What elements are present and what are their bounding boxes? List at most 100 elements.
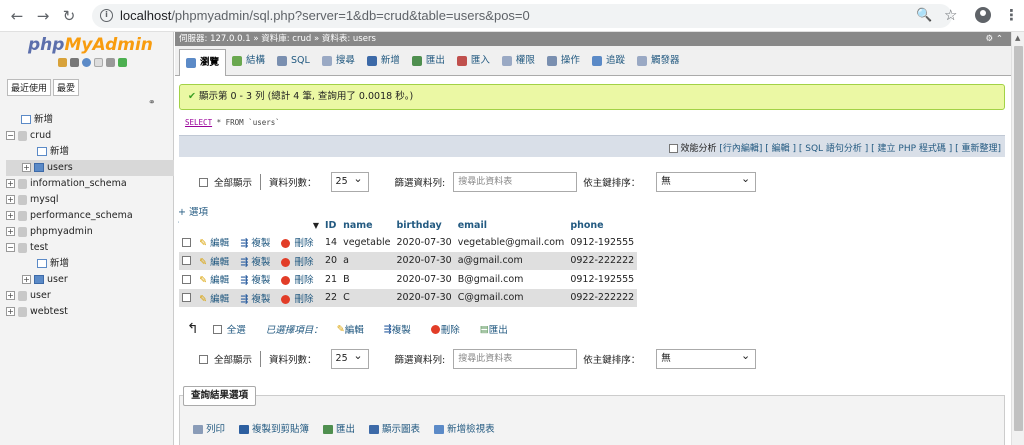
- tree-item-phpmyadmin[interactable]: + phpmyadmin: [6, 224, 174, 240]
- row-delete-link[interactable]: 刪除: [295, 294, 314, 305]
- tab-7[interactable]: 權限: [496, 46, 541, 75]
- export-link[interactable]: 匯出: [323, 421, 355, 435]
- tree-item-user[interactable]: + user: [6, 288, 174, 304]
- sql-keyword[interactable]: SELECT: [185, 118, 212, 127]
- check-all-checkbox[interactable]: [212, 324, 222, 334]
- row-delete-link[interactable]: 刪除: [295, 238, 314, 249]
- expand-icon[interactable]: −: [6, 131, 15, 140]
- sort-arrow-icon[interactable]: ▼: [313, 221, 319, 230]
- expand-icon[interactable]: +: [6, 195, 15, 204]
- menu-icon[interactable]: ⋮: [1004, 6, 1019, 24]
- breadcrumb-text[interactable]: 伺服器: 127.0.0.1 » 資料庫: crud » 資料表: users: [179, 34, 376, 44]
- row-edit-link[interactable]: 編輯: [210, 257, 229, 268]
- table-cell[interactable]: 2020-07-30: [393, 251, 455, 270]
- table-cell[interactable]: 0922-222222: [567, 251, 638, 270]
- reload-icon[interactable]: ↻: [60, 7, 78, 25]
- table-cell[interactable]: 21: [322, 270, 341, 289]
- scrollbar[interactable]: ▲: [1011, 32, 1024, 445]
- rows-select[interactable]: 25: [330, 170, 369, 192]
- row-edit-cell[interactable]: ✎ 編輯: [196, 270, 238, 289]
- reload-nav-icon[interactable]: [118, 58, 127, 67]
- gear-icon[interactable]: ⚙ ⌃: [986, 32, 1003, 46]
- table-cell[interactable]: vegetable: [340, 233, 394, 252]
- tree-item-label[interactable]: mysql: [30, 194, 59, 205]
- tree-item-[interactable]: 新增: [6, 256, 174, 272]
- tab-8[interactable]: 操作: [541, 46, 586, 75]
- table-cell[interactable]: 22: [322, 288, 341, 307]
- info-icon[interactable]: i: [100, 9, 113, 22]
- query-links[interactable]: [行內編輯] [ 編輯 ] [ SQL 語句分析 ] [ 建立 PHP 程式碼 …: [719, 144, 1001, 154]
- table-cell[interactable]: 0912-192555: [567, 270, 638, 289]
- copy-clipboard-link[interactable]: 複製到剪貼簿: [239, 421, 309, 435]
- settings-icon[interactable]: [106, 58, 115, 67]
- tree-item-information_schema[interactable]: + information_schema: [6, 176, 174, 192]
- tab-0[interactable]: 瀏覽: [179, 49, 227, 76]
- expand-icon[interactable]: +: [22, 275, 31, 284]
- scrollbar-thumb[interactable]: [1014, 46, 1023, 431]
- row-edit-link[interactable]: 編輯: [210, 238, 229, 249]
- address-bar[interactable]: i localhost/phpmyadmin/sql.php?server=1&…: [92, 4, 952, 28]
- link-icon[interactable]: ⚭: [148, 98, 156, 108]
- row-edit-cell[interactable]: ✎ 編輯: [196, 288, 238, 307]
- table-cell[interactable]: 14: [322, 233, 341, 252]
- row-checkbox[interactable]: [182, 274, 191, 284]
- row-edit-link[interactable]: 編輯: [210, 294, 229, 305]
- tree-item-user[interactable]: + user: [6, 272, 174, 288]
- table-cell[interactable]: vegetable@gmail.com: [454, 233, 568, 252]
- back-icon[interactable]: ←: [8, 7, 26, 25]
- row-copy-cell[interactable]: ⇶ 複製: [237, 270, 279, 289]
- tab-3[interactable]: 搜尋: [316, 46, 361, 75]
- tree-item-users[interactable]: + users: [6, 160, 174, 176]
- table-cell[interactable]: C@gmail.com: [454, 288, 568, 307]
- phpmyadmin-logo[interactable]: phpMyAdmin: [28, 35, 153, 55]
- filter-input[interactable]: 搜尋此資料表: [453, 172, 578, 192]
- row-copy-link[interactable]: 複製: [251, 275, 270, 286]
- expand-icon[interactable]: +: [6, 307, 15, 316]
- create-view-link[interactable]: 新增檢視表: [434, 421, 495, 435]
- table-cell[interactable]: 2020-07-30: [393, 270, 455, 289]
- table-cell[interactable]: a@gmail.com: [454, 251, 568, 270]
- table-cell[interactable]: 0912-192555: [567, 233, 638, 252]
- tree-item-label[interactable]: information_schema: [30, 178, 127, 189]
- tree-item-label[interactable]: crud: [30, 130, 51, 141]
- row-delete-cell[interactable]: 刪除: [278, 288, 322, 307]
- column-header[interactable]: name: [340, 218, 394, 233]
- expand-icon[interactable]: +: [6, 179, 15, 188]
- tab-5[interactable]: 匯出: [406, 46, 451, 75]
- rows-select-bottom[interactable]: 25: [330, 347, 369, 369]
- tree-item-label[interactable]: phpmyadmin: [30, 226, 93, 237]
- row-delete-cell[interactable]: 刪除: [278, 270, 322, 289]
- row-copy-link[interactable]: 複製: [251, 238, 270, 249]
- table-cell[interactable]: a: [340, 251, 394, 270]
- expand-icon[interactable]: +: [6, 227, 15, 236]
- sort-select[interactable]: 無: [656, 170, 757, 192]
- table-cell[interactable]: B@gmail.com: [454, 270, 568, 289]
- tab-1[interactable]: 結構: [226, 46, 271, 75]
- row-delete-cell[interactable]: 刪除: [278, 233, 322, 252]
- tree-item-label[interactable]: performance_schema: [30, 210, 133, 221]
- row-copy-cell[interactable]: ⇶ 複製: [237, 288, 279, 307]
- row-copy-cell[interactable]: ⇶ 複製: [237, 233, 279, 252]
- tab-6[interactable]: 匯入: [451, 46, 496, 75]
- bulk-edit-button[interactable]: 編輯: [345, 322, 364, 336]
- show-all-checkbox[interactable]: [199, 177, 208, 187]
- table-cell[interactable]: 2020-07-30: [393, 288, 455, 307]
- forward-icon[interactable]: →: [34, 7, 52, 25]
- expand-icon[interactable]: +: [6, 291, 15, 300]
- row-copy-cell[interactable]: ⇶ 複製: [237, 251, 279, 270]
- tree-item-label[interactable]: users: [47, 162, 73, 173]
- row-checkbox[interactable]: [182, 237, 191, 247]
- tree-item-label[interactable]: 新增: [50, 146, 69, 157]
- row-checkbox[interactable]: [182, 293, 191, 303]
- tab-9[interactable]: 追蹤: [586, 46, 631, 75]
- print-link[interactable]: 列印: [193, 421, 225, 435]
- row-copy-link[interactable]: 複製: [251, 257, 270, 268]
- tab-4[interactable]: 新增: [361, 46, 406, 75]
- tree-item-label[interactable]: user: [47, 274, 68, 285]
- profiling-label[interactable]: 效能分析: [681, 144, 717, 154]
- help-icon[interactable]: [82, 58, 91, 67]
- row-edit-link[interactable]: 編輯: [210, 275, 229, 286]
- chart-link[interactable]: 顯示圖表: [369, 421, 420, 435]
- column-header[interactable]: birthday: [393, 218, 455, 233]
- row-checkbox[interactable]: [182, 256, 191, 266]
